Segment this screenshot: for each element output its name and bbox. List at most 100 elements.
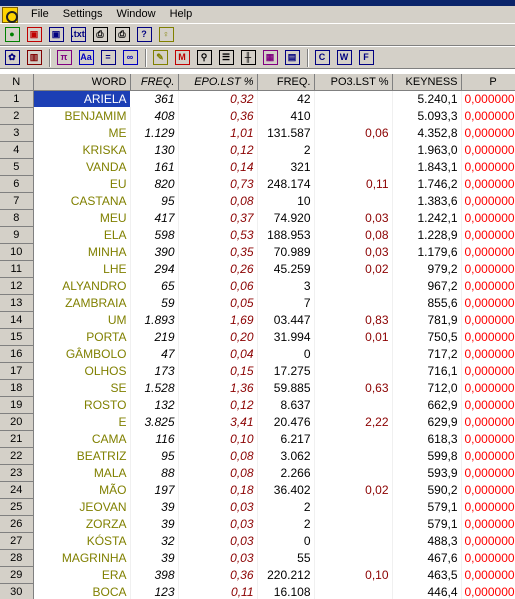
word-cell[interactable]: ALYANDRO bbox=[33, 277, 131, 294]
ref-freq-cell[interactable]: 248.174 bbox=[257, 175, 315, 192]
po3-pct-cell[interactable]: 0,63 bbox=[314, 379, 393, 396]
po3-pct-cell[interactable]: 0,06 bbox=[314, 124, 393, 141]
epo-pct-cell[interactable]: 0,20 bbox=[178, 328, 258, 345]
p-cell[interactable]: 0,000000 bbox=[461, 566, 515, 583]
freq-cell[interactable]: 95 bbox=[130, 192, 179, 209]
keyness-cell[interactable]: 4.352,8 bbox=[392, 124, 462, 141]
row-number[interactable]: 26 bbox=[0, 515, 34, 533]
po3-pct-cell[interactable] bbox=[314, 294, 393, 311]
table-row[interactable]: 21 CAMA 116 0,10 6.217 618,3 0,000000 bbox=[0, 430, 515, 448]
table-row[interactable]: 9 ELA 598 0,53 188.953 0,08 1.228,9 0,000000 bbox=[0, 226, 515, 244]
epo-pct-cell[interactable]: 0,03 bbox=[178, 515, 258, 532]
ref-freq-cell[interactable]: 3 bbox=[257, 277, 315, 294]
epo-pct-cell[interactable]: 1,69 bbox=[178, 311, 258, 328]
word-cell[interactable]: E bbox=[33, 413, 131, 430]
keyness-cell[interactable]: 716,1 bbox=[392, 362, 462, 379]
freq-cell[interactable]: 197 bbox=[130, 481, 179, 498]
p-cell[interactable]: 0,000000 bbox=[461, 311, 515, 328]
freq-cell[interactable]: 130 bbox=[130, 141, 179, 158]
po3-pct-cell[interactable]: 0,03 bbox=[314, 209, 393, 226]
link-button[interactable]: ∞ bbox=[120, 48, 140, 67]
keyness-cell[interactable]: 463,5 bbox=[392, 566, 462, 583]
col-header-p[interactable]: P bbox=[461, 74, 515, 91]
ref-freq-cell[interactable]: 220.212 bbox=[257, 566, 315, 583]
ref-freq-cell[interactable]: 3.062 bbox=[257, 447, 315, 464]
ref-freq-cell[interactable]: 410 bbox=[257, 107, 315, 124]
keyness-cell[interactable]: 1.746,2 bbox=[392, 175, 462, 192]
row-number[interactable]: 13 bbox=[0, 294, 34, 312]
freq-cell[interactable]: 408 bbox=[130, 107, 179, 124]
po3-pct-cell[interactable] bbox=[314, 107, 393, 124]
c-button[interactable]: C bbox=[312, 48, 332, 67]
help-button[interactable]: ? bbox=[134, 25, 154, 44]
ref-freq-cell[interactable]: 42 bbox=[257, 90, 315, 107]
freq-cell[interactable]: 88 bbox=[130, 464, 179, 481]
open-button[interactable]: ▣ bbox=[46, 25, 66, 44]
table-row[interactable]: 22 BEATRIZ 95 0,08 3.062 599,8 0,000000 bbox=[0, 447, 515, 465]
plot-button[interactable]: ╫ bbox=[238, 48, 258, 67]
po3-pct-cell[interactable] bbox=[314, 549, 393, 566]
row-number[interactable]: 7 bbox=[0, 192, 34, 210]
ref-freq-cell[interactable]: 321 bbox=[257, 158, 315, 175]
word-cell[interactable]: KRISKA bbox=[33, 141, 131, 158]
epo-pct-cell[interactable]: 1,36 bbox=[178, 379, 258, 396]
freq-cell[interactable]: 390 bbox=[130, 243, 179, 260]
word-cell[interactable]: ARIELA bbox=[32, 89, 131, 108]
keyness-cell[interactable]: 629,9 bbox=[392, 413, 462, 430]
word-cell[interactable]: CASTANA bbox=[33, 192, 131, 209]
p-cell[interactable]: 0,000000 bbox=[461, 226, 515, 243]
keyness-cell[interactable]: 855,6 bbox=[392, 294, 462, 311]
table-row[interactable]: 18 SE 1.528 1,36 59.885 0,63 712,0 0,000000 bbox=[0, 379, 515, 397]
ref-freq-cell[interactable]: 131.587 bbox=[257, 124, 315, 141]
row-number[interactable]: 25 bbox=[0, 498, 34, 516]
table-row[interactable]: 5 VANDA 161 0,14 321 1.843,1 0,000000 bbox=[0, 158, 515, 176]
table-row[interactable]: 28 MAGRINHA 39 0,03 55 467,6 0,000000 bbox=[0, 549, 515, 567]
keyness-cell[interactable]: 446,4 bbox=[392, 583, 462, 599]
col-header-n[interactable]: N bbox=[0, 74, 34, 91]
freq-cell[interactable]: 116 bbox=[130, 430, 179, 447]
table-row[interactable]: 6 EU 820 0,73 248.174 0,11 1.746,2 0,000000 bbox=[0, 175, 515, 193]
epo-pct-cell[interactable]: 0,18 bbox=[178, 481, 258, 498]
save-button[interactable]: ▣ bbox=[24, 25, 44, 44]
row-number[interactable]: 17 bbox=[0, 362, 34, 380]
keyness-cell[interactable]: 1.179,6 bbox=[392, 243, 462, 260]
po3-pct-cell[interactable] bbox=[314, 532, 393, 549]
table-row[interactable]: 11 LHE 294 0,26 45.259 0,02 979,2 0,000000 bbox=[0, 260, 515, 278]
word-cell[interactable]: MALA bbox=[33, 464, 131, 481]
epo-pct-cell[interactable]: 0,73 bbox=[178, 175, 258, 192]
columns-button[interactable]: ▥ bbox=[24, 48, 44, 67]
freq-cell[interactable]: 294 bbox=[130, 260, 179, 277]
po3-pct-cell[interactable]: 0,11 bbox=[314, 175, 393, 192]
ref-freq-cell[interactable]: 36.402 bbox=[257, 481, 315, 498]
p-cell[interactable]: 0,000000 bbox=[461, 277, 515, 294]
word-cell[interactable]: ZORZA bbox=[33, 515, 131, 532]
freq-cell[interactable]: 47 bbox=[130, 345, 179, 362]
word-cell[interactable]: CAMA bbox=[33, 430, 131, 447]
table-row[interactable]: 13 ZAMBRAIA 59 0,05 7 855,6 0,000000 bbox=[0, 294, 515, 312]
col-header-epo-pct[interactable]: EPO.LST % bbox=[178, 74, 258, 91]
freq-cell[interactable]: 32 bbox=[130, 532, 179, 549]
keyness-cell[interactable]: 1.242,1 bbox=[392, 209, 462, 226]
epo-pct-cell[interactable]: 0,08 bbox=[178, 447, 258, 464]
p-cell[interactable]: 0,000000 bbox=[461, 192, 515, 209]
ref-freq-cell[interactable]: 16.108 bbox=[257, 583, 315, 599]
ref-freq-cell[interactable]: 10 bbox=[257, 192, 315, 209]
word-cell[interactable]: ZAMBRAIA bbox=[33, 294, 131, 311]
p-cell[interactable]: 0,000000 bbox=[461, 328, 515, 345]
word-cell[interactable]: ELA bbox=[33, 226, 131, 243]
p-cell[interactable]: 0,000000 bbox=[461, 464, 515, 481]
table-row[interactable]: 23 MALA 88 0,08 2.266 593,9 0,000000 bbox=[0, 464, 515, 482]
table-row[interactable]: 4 KRISKA 130 0,12 2 1.963,0 0,000000 bbox=[0, 141, 515, 159]
epo-pct-cell[interactable]: 0,12 bbox=[178, 141, 258, 158]
table-row[interactable]: 17 OLHOS 173 0,15 17.275 716,1 0,000000 bbox=[0, 362, 515, 380]
row-number[interactable]: 20 bbox=[0, 413, 34, 431]
p-cell[interactable]: 0,000000 bbox=[461, 498, 515, 515]
word-cell[interactable]: BOCA bbox=[33, 583, 131, 599]
row-number[interactable]: 4 bbox=[0, 141, 34, 159]
p-cell[interactable]: 0,000000 bbox=[461, 124, 515, 141]
word-cell[interactable]: MÃO bbox=[33, 481, 131, 498]
word-cell[interactable]: KÓSTA bbox=[33, 532, 131, 549]
ref-freq-cell[interactable]: 70.989 bbox=[257, 243, 315, 260]
ref-freq-cell[interactable]: 8.637 bbox=[257, 396, 315, 413]
epo-pct-cell[interactable]: 0,14 bbox=[178, 158, 258, 175]
